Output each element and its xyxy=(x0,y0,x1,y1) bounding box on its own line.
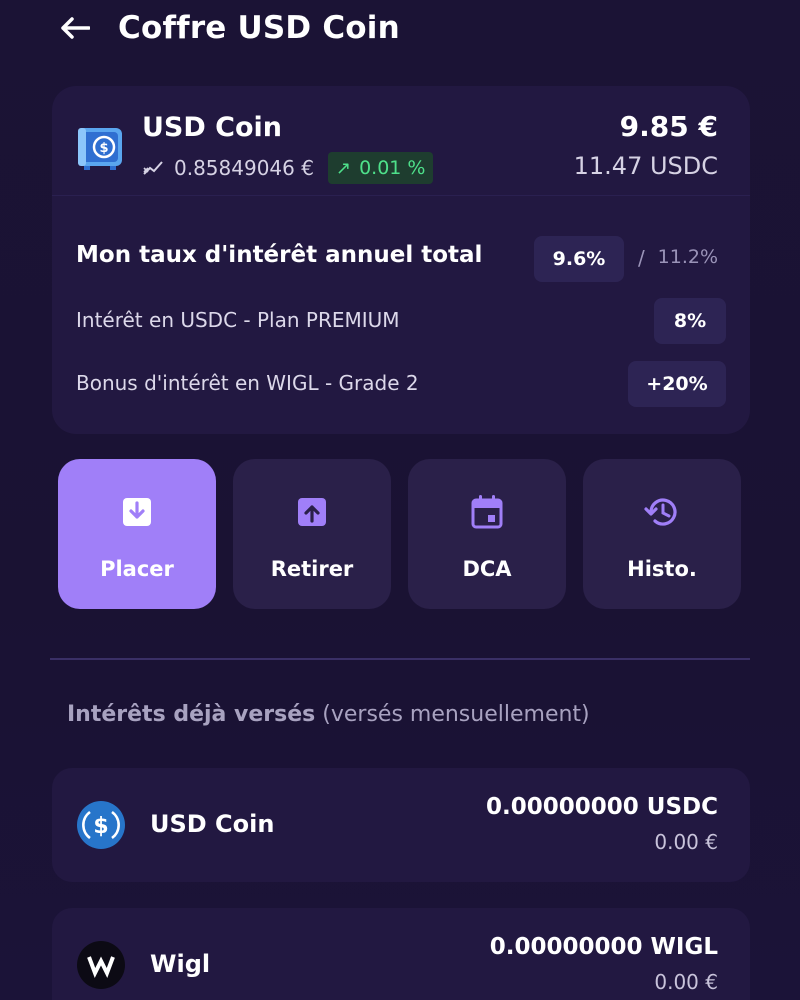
svg-text:$: $ xyxy=(93,814,108,839)
interest-eur-value: 0.00 € xyxy=(654,830,718,854)
usdc-logo-icon: $ xyxy=(77,801,125,849)
vault-safe-icon: $ xyxy=(78,128,122,170)
rate-separator: / xyxy=(638,246,645,270)
arrow-up-right-icon: ↗ xyxy=(335,157,352,179)
withdraw-icon xyxy=(298,498,326,526)
interest-coin-name: Wigl xyxy=(150,950,211,978)
placer-label: Placer xyxy=(100,557,174,581)
historique-label: Histo. xyxy=(627,557,697,581)
interest-coin-name: USD Coin xyxy=(150,810,275,838)
coin-name: USD Coin xyxy=(142,112,283,143)
back-button[interactable] xyxy=(60,13,94,43)
interest-row-usdc[interactable]: $ USD Coin 0.00000000 USDC 0.00 € xyxy=(52,768,750,882)
dca-label: DCA xyxy=(462,557,512,581)
total-rate-badge: 9.6% xyxy=(534,236,624,282)
balance-usdc: 11.47 USDC xyxy=(573,152,718,180)
placer-button[interactable]: Placer xyxy=(58,459,216,609)
paid-interest-title-main: Intérêts déjà versés xyxy=(67,702,316,727)
max-rate: 11.2% xyxy=(657,246,718,268)
vault-page: Coffre USD Coin $ USD Coin 0.85849046 € xyxy=(0,0,800,1000)
deposit-icon xyxy=(123,498,151,526)
balance-eur: 9.85 € xyxy=(619,110,718,143)
wigl-bonus-badge: +20% xyxy=(628,361,726,407)
price-change-badge: ↗ 0.01 % xyxy=(327,152,434,184)
price-row: 0.85849046 € ↗ 0.01 % xyxy=(142,152,434,184)
vault-header: $ USD Coin 0.85849046 € ↗ 0.01 % 9.85 € … xyxy=(52,86,750,196)
interest-amount: 0.00000000 USDC xyxy=(486,794,718,820)
section-divider xyxy=(50,658,750,660)
dca-button[interactable]: DCA xyxy=(408,459,566,609)
svg-text:$: $ xyxy=(99,141,108,156)
historique-button[interactable]: Histo. xyxy=(583,459,741,609)
wigl-bonus-label: Bonus d'intérêt en WIGL - Grade 2 xyxy=(76,371,419,395)
arrow-left-icon xyxy=(61,17,90,39)
interest-amount: 0.00000000 WIGL xyxy=(489,934,718,960)
vault-summary-card: $ USD Coin 0.85849046 € ↗ 0.01 % 9.85 € … xyxy=(52,86,750,434)
paid-interest-title-sub: (versés mensuellement) xyxy=(322,702,590,727)
calendar-icon xyxy=(471,495,503,529)
usdc-interest-badge: 8% xyxy=(654,298,726,344)
interest-eur-value: 0.00 € xyxy=(654,970,718,994)
paid-interest-title: Intérêts déjà versés (versés mensuelleme… xyxy=(67,702,590,727)
wigl-logo-icon xyxy=(77,941,125,989)
history-icon xyxy=(644,498,677,526)
price-trend-icon xyxy=(143,161,163,175)
coin-price: 0.85849046 € xyxy=(174,156,314,180)
page-title: Coffre USD Coin xyxy=(118,10,400,46)
interest-row-wigl[interactable]: Wigl 0.00000000 WIGL 0.00 € xyxy=(52,908,750,1000)
usdc-interest-label: Intérêt en USDC - Plan PREMIUM xyxy=(76,308,400,332)
retirer-label: Retirer xyxy=(270,557,354,581)
action-buttons: Placer Retirer DCA Histo. xyxy=(58,459,742,609)
price-change-value: 0.01 % xyxy=(359,157,426,179)
total-rate-title: Mon taux d'intérêt annuel total xyxy=(76,242,483,268)
retirer-button[interactable]: Retirer xyxy=(233,459,391,609)
header: Coffre USD Coin xyxy=(60,0,400,56)
